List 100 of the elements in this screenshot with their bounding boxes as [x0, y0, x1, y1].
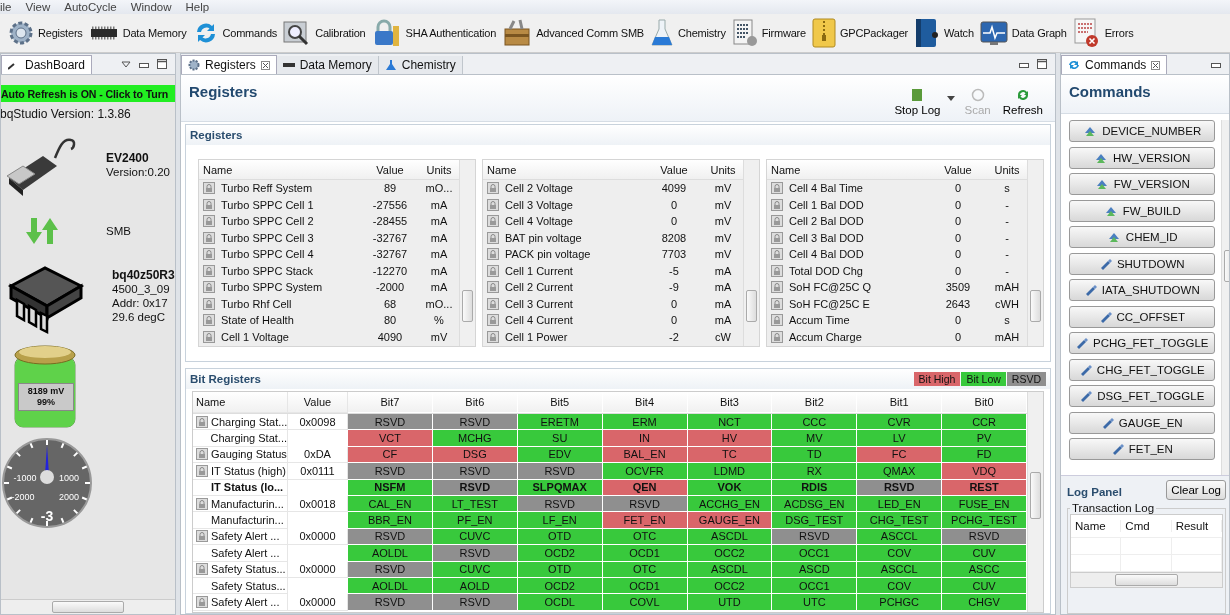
column-header[interactable]: Value [288, 392, 348, 413]
column-header[interactable]: Bit4 [602, 392, 688, 413]
command-button[interactable]: DSG_FET_TOGGLE [1069, 385, 1216, 407]
column-header[interactable]: Name [199, 163, 361, 176]
toolbar-button[interactable]: Data Memory [86, 16, 189, 50]
command-button[interactable]: PCHG_FET_TOGGLE [1069, 332, 1216, 354]
table-cell-text: 0 [953, 248, 963, 261]
command-button[interactable]: CC_OFFSET [1069, 305, 1216, 328]
gear-icon [188, 59, 200, 71]
column-header[interactable]: Value [645, 163, 703, 176]
menu-item[interactable]: Window [130, 1, 172, 13]
clear-log-button[interactable]: Clear Log [1166, 480, 1226, 500]
table-cell: Cell 1 Current [505, 264, 573, 277]
command-button[interactable]: FW_VERSION [1069, 173, 1216, 195]
lock-icon [203, 248, 215, 261]
maximize-icon[interactable] [1037, 59, 1047, 69]
command-button[interactable]: HW_VERSION [1069, 146, 1216, 169]
panel-tab[interactable]: Commands [1061, 55, 1168, 74]
column-header[interactable]: Bit6 [432, 392, 518, 413]
minimize-icon[interactable] [1019, 63, 1029, 69]
toolbar-button[interactable]: SHA Authentication [369, 16, 499, 50]
toolbar-button[interactable]: Registers [6, 16, 85, 50]
command-button[interactable]: DEVICE_NUMBER [1069, 120, 1216, 142]
scrollbar[interactable] [1027, 392, 1043, 612]
bit-cell: CHG_TEST [857, 512, 943, 529]
editor-tab[interactable]: Chemistry [378, 56, 463, 74]
scrollbar[interactable] [1, 599, 175, 614]
table-cell-text: 0 [953, 182, 963, 195]
column-header[interactable]: Name [1071, 520, 1122, 532]
toolbar-button[interactable]: Commands [190, 16, 280, 50]
section-title: Registers [190, 129, 243, 141]
menu-item[interactable]: ile [0, 1, 12, 13]
table-cell-text: mV [713, 231, 733, 244]
minimize-icon[interactable] [139, 63, 149, 69]
auto-refresh-toggle[interactable]: Auto Refresh is ON - Click to Turn [1, 85, 175, 102]
column-header[interactable]: Bit2 [772, 392, 858, 413]
toolbar-button[interactable]: Errors [1070, 16, 1136, 50]
toolbar-button[interactable]: Advanced Comm SMB [500, 16, 646, 50]
scrollbar[interactable] [743, 160, 759, 346]
editor-tab[interactable]: Registers [181, 55, 277, 74]
caret-icon[interactable] [946, 96, 955, 101]
command-button[interactable]: FW_BUILD [1069, 199, 1216, 222]
menu-item[interactable]: AutoCycle [64, 1, 117, 13]
menu-item[interactable]: Help [185, 1, 210, 13]
command-button[interactable]: SHUTDOWN [1069, 252, 1216, 275]
toolbar-button[interactable]: Firmware [729, 16, 808, 50]
column-header[interactable]: Bit3 [687, 392, 773, 413]
table-cell-text: 0 [953, 330, 963, 343]
toolbar-button[interactable]: Refresh [998, 86, 1047, 118]
table-cell: Accum Charge [789, 330, 862, 343]
toolbar-button[interactable]: Chemistry [648, 16, 728, 50]
command-button[interactable]: IATA_SHUTDOWN [1069, 279, 1216, 301]
lock-icon [771, 198, 783, 211]
close-icon[interactable] [1151, 60, 1161, 70]
editor-tab[interactable]: Data Memory [276, 56, 379, 74]
toolbar-button[interactable]: GPCPackager [809, 16, 911, 50]
menu-item[interactable]: View [25, 1, 51, 13]
maximize-icon[interactable] [157, 59, 167, 69]
column-header[interactable]: Bit7 [348, 392, 433, 413]
column-header[interactable]: Value [929, 163, 987, 176]
lock-icon [487, 264, 499, 277]
column-header[interactable]: Value [361, 163, 419, 176]
column-header[interactable]: Name [767, 163, 929, 176]
column-header[interactable]: Units [703, 163, 743, 176]
table-cell-text: mA [429, 215, 449, 228]
toolbar-button[interactable]: Data Graph [977, 16, 1069, 50]
table-cell-text: - [1004, 231, 1010, 244]
view-menu-icon[interactable] [121, 61, 131, 69]
device-info: Addr: 0x17 [112, 296, 169, 310]
table-cell-text: mA [429, 248, 449, 261]
panel-tab[interactable]: DashBoard [1, 55, 93, 74]
table-cell-text: mA [713, 281, 733, 294]
command-button[interactable]: CHG_FET_TOGGLE [1069, 358, 1216, 381]
toolbar-button[interactable]: Stop Log [890, 86, 957, 118]
column-header[interactable]: Units [987, 163, 1027, 176]
toolbar-button[interactable]: Calibration [281, 16, 368, 50]
bit-cell: MCHG [432, 430, 518, 447]
column-header[interactable]: Name [193, 392, 288, 413]
toolbar-button[interactable]: Watch [912, 16, 976, 50]
minimize-icon[interactable] [1211, 63, 1221, 69]
table-cell: Turbo SPPC Cell 1 [221, 198, 314, 211]
command-button[interactable]: GAUGE_EN [1069, 411, 1216, 434]
table-cell-text: -28455 [371, 215, 409, 228]
command-button[interactable]: CHEM_ID [1069, 226, 1216, 248]
bit-cell: RSVD [348, 594, 433, 611]
lock-icon [203, 314, 215, 327]
scrollbar[interactable] [459, 160, 475, 346]
column-header[interactable]: Cmd [1121, 520, 1172, 532]
column-header[interactable]: Bit1 [857, 392, 943, 413]
command-button[interactable]: FET_EN [1069, 438, 1216, 460]
device-info: 29.6 degC [112, 310, 167, 324]
lock-icon [771, 231, 783, 244]
scrollbar[interactable] [1027, 160, 1043, 346]
column-header[interactable]: Name [483, 163, 645, 176]
column-header[interactable]: Bit5 [517, 392, 603, 413]
scrollbar[interactable] [1071, 572, 1222, 587]
pen-icon [1079, 363, 1092, 376]
close-icon[interactable] [260, 60, 270, 70]
column-header[interactable]: Units [419, 163, 459, 176]
column-header[interactable]: Result [1171, 520, 1222, 532]
